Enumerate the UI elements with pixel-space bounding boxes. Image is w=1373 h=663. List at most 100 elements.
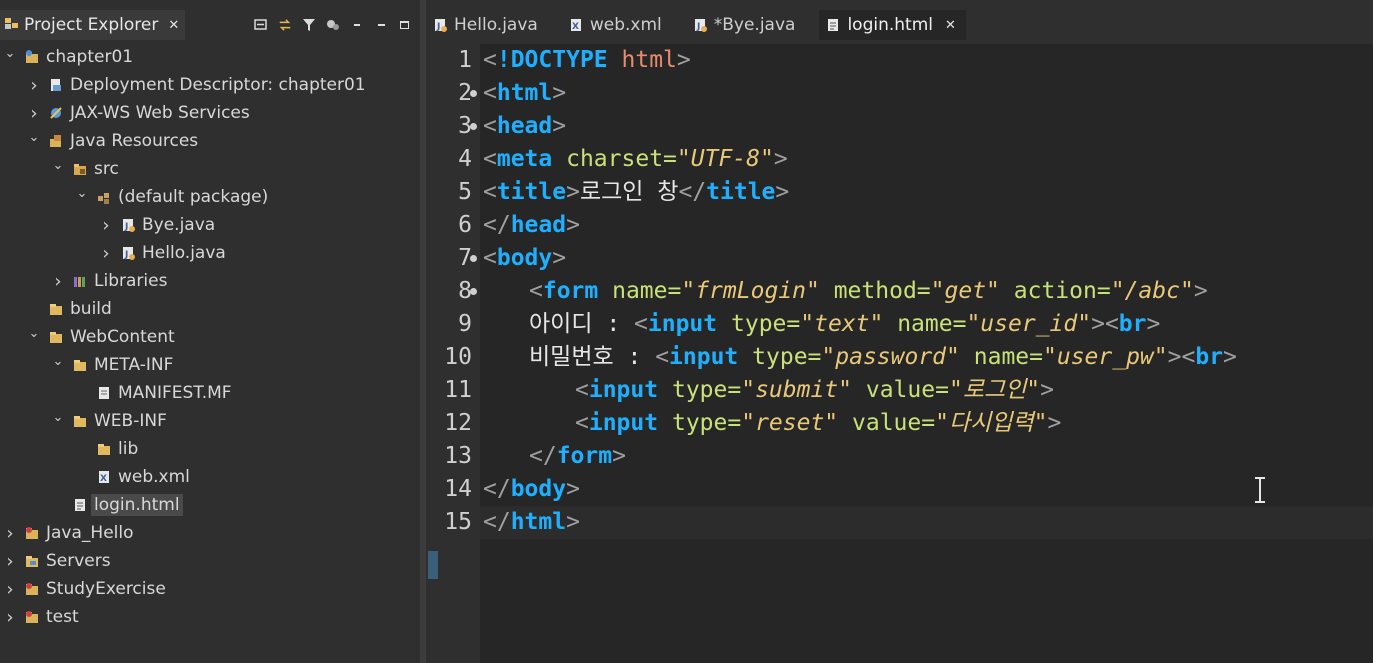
code-token: = [667,278,682,304]
focus-icon[interactable] [326,18,340,32]
code-token: name [612,278,668,304]
tree-item-label: Deployment Descriptor: chapter01 [70,75,366,95]
code-token: > [1146,311,1161,337]
filter-icon[interactable] [302,18,316,32]
tree-item[interactable]: lib [0,435,420,463]
chevron-down-icon[interactable]: ⌄ [28,130,40,145]
chevron-right-icon[interactable]: › [100,243,112,264]
explorer-toolbar [254,10,412,40]
chevron-right-icon[interactable]: › [4,523,16,544]
project-explorer-tab[interactable]: Project Explorer ✕ [0,10,186,40]
editor-tab[interactable]: login.html ✕ [819,10,966,40]
tree-item-label: web.xml [118,467,190,487]
code-token: = [916,278,931,304]
chevron-down-icon[interactable]: ⌄ [28,326,40,341]
tree-item[interactable]: ⌄ Java Resources [0,127,420,155]
chevron-right-icon[interactable]: › [4,607,16,628]
chevron-down-icon[interactable]: ⌄ [76,186,88,201]
editor-tab[interactable]: J Hello.java [426,10,548,40]
chevron-right-icon[interactable]: › [28,103,40,124]
tree-item[interactable]: › StudyExercise [0,575,420,603]
tree-item[interactable]: MANIFEST.MF [0,379,420,407]
tree-item[interactable]: login.html [0,491,420,519]
editor-panel: J Hello.java Xweb.xml J *Bye.java login.html ✕… [426,0,1373,663]
editor-tab[interactable]: Xweb.xml [562,10,672,40]
tree-item[interactable]: › J Hello.java [0,239,420,267]
maximize-icon[interactable] [398,18,412,32]
tree-item[interactable]: › Servers [0,547,420,575]
code-token: title [496,179,567,205]
chevron-right-icon[interactable]: › [4,551,16,572]
code-token: type [671,377,728,403]
chevron-right-icon[interactable]: › [28,75,40,96]
code-token: "다시입력" [935,410,1048,436]
code-token: type [752,344,808,370]
chevron-down-icon[interactable]: ⌄ [4,46,16,61]
chevron-right-icon[interactable]: › [4,579,16,600]
tree-item[interactable]: Xweb.xml [0,463,420,491]
tree-item[interactable]: › Java_Hello [0,519,420,547]
tree-item[interactable]: ⌄ (default package) [0,183,420,211]
code-editor[interactable]: <!DOCTYPE html> <html> <head> <meta charset… [480,44,1373,663]
tree-item[interactable]: ⌄ WEB-INF [0,407,420,435]
folder-icon [48,329,64,345]
tree-item[interactable]: ⌄ WebContent [0,323,420,351]
fold-marker-icon[interactable] [470,123,477,130]
code-token: > [676,47,691,73]
project-explorer-panel: Project Explorer ✕ ⌄ chapter01 › Deploym… [0,0,420,663]
project-tree: ⌄ chapter01 › Deployment Descriptor: chapte… [0,43,420,631]
link-with-editor-icon[interactable] [278,18,292,32]
tree-item[interactable]: build [0,295,420,323]
text-cursor-icon [1255,477,1265,503]
xml-file-icon: X [568,17,584,33]
chevron-right-icon[interactable]: › [52,271,64,292]
tree-item-label: Hello.java [142,243,226,263]
code-token: = [921,410,936,436]
java-file-icon: J [120,217,136,233]
chevron-right-icon[interactable]: › [100,215,112,236]
code-token: "/abc" [1110,278,1194,304]
line-number-gutter: 1 2 3 4 5 6 7 8 9 10 11 12 13 14 15 [426,44,480,663]
tree-item[interactable]: ⌄ src [0,155,420,183]
code-token: < [483,146,497,172]
tree-item[interactable]: ⌄ META-INF [0,351,420,379]
tree-item[interactable]: › J Bye.java [0,211,420,239]
close-icon[interactable]: ✕ [945,18,956,33]
java-file-icon: J [120,245,136,261]
chevron-down-icon[interactable]: ⌄ [52,158,64,173]
tree-item[interactable]: › test [0,603,420,631]
collapse-all-icon[interactable] [254,18,268,32]
code-token: < [575,410,589,436]
tree-item[interactable]: › Libraries [0,267,420,295]
view-menu-icon[interactable] [350,18,364,32]
tree-item-label: Libraries [94,271,168,291]
tree-item[interactable]: › Deployment Descriptor: chapter01 [0,71,420,99]
java-file-icon: J [692,17,708,33]
code-token: "UTF-8" [676,146,774,172]
chevron-down-icon[interactable]: ⌄ [52,410,64,425]
editor-tab[interactable]: J *Bye.java [686,10,806,40]
chevron-down-icon[interactable]: ⌄ [52,354,64,369]
tree-item-label: Bye.java [142,215,216,235]
fold-marker-icon[interactable] [470,288,477,295]
code-token: html [510,509,567,535]
folder-icon [72,413,88,429]
svg-text:J: J [124,222,128,232]
deployment-descriptor-icon [48,77,64,93]
code-token: form [542,278,599,304]
fold-marker-icon[interactable] [470,90,477,97]
code-token: < [575,377,589,403]
tree-item[interactable]: ⌄ chapter01 [0,43,420,71]
fold-marker-icon[interactable] [470,255,477,262]
code-token: type [671,410,728,436]
close-icon[interactable]: ✕ [168,18,179,33]
line-number: 5 [458,179,472,205]
svg-text:J: J [436,22,440,32]
tree-item[interactable]: › JAX-WS Web Services [0,99,420,127]
minimize-icon[interactable] [374,18,388,32]
code-token: < [655,344,670,370]
